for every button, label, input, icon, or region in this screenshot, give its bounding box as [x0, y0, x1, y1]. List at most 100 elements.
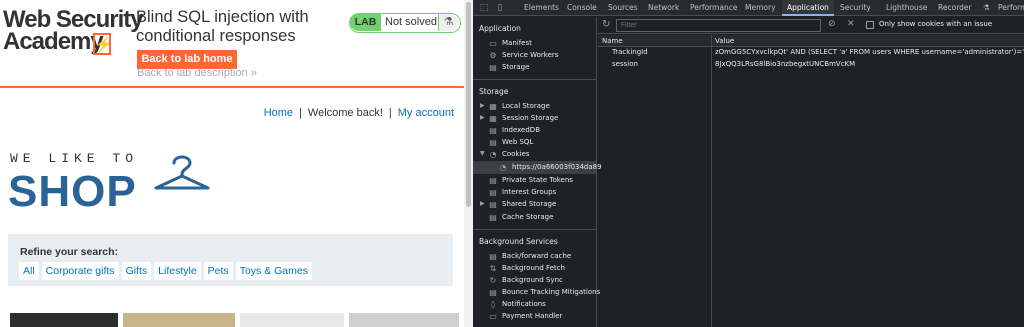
filter-toys-games[interactable]: Toys & Games [235, 262, 312, 280]
sidebar-item-indexeddb[interactable]: ▤ IndexedDB [489, 124, 540, 136]
sidebar-item-cookie-origin[interactable]: ◔ https://0a66003f034da89 [499, 161, 602, 173]
sidebar-item-cache-storage[interactable]: ▤ Cache Storage [489, 211, 553, 223]
sidebar-item-label: Cache Storage [502, 213, 554, 221]
column-header-name[interactable]: Name [602, 37, 623, 45]
hero-title: SHOP [8, 167, 137, 216]
sidebar-item-background-fetch[interactable]: ⇅ Background Fetch [489, 262, 565, 274]
database-icon: ▤ [489, 213, 497, 222]
hero-tagline: WE LIKE TO [10, 151, 139, 166]
product-image[interactable] [349, 313, 459, 327]
sidebar-item-label: Shared Storage [502, 200, 557, 208]
filter-lifestyle[interactable]: Lifestyle [154, 262, 201, 280]
database-icon: ▤ [489, 188, 497, 197]
sidebar-item-notifications[interactable]: ◊ Notifications [489, 298, 546, 310]
product-image[interactable] [240, 313, 344, 327]
filter-pets[interactable]: Pets [203, 262, 233, 280]
sidebar-item-service-workers[interactable]: ⚙ Service Workers [489, 49, 558, 61]
only-issues-checkbox[interactable] [866, 21, 874, 29]
sidebar-item-label: https://0a66003f034da89 [512, 163, 602, 171]
document-icon: ▭ [489, 39, 497, 48]
chevrons-right-icon: » [250, 67, 257, 79]
sidebar-divider [473, 229, 596, 230]
database-icon: ▤ [489, 126, 497, 135]
cookie-name: TrackingId [612, 48, 648, 56]
filter-gifts[interactable]: Gifts [121, 262, 152, 280]
only-issues-label: Only show cookies with an issue [879, 20, 993, 28]
sidebar-item-local-storage[interactable]: ▶ ▦ Local Storage [480, 100, 550, 112]
recorder-flask-icon: ⚗ [983, 3, 990, 12]
tab-lighthouse[interactable]: Lighthouse [886, 0, 927, 16]
table-row[interactable]: session 8JxQQ3LRsG8lBio3nzbegxtUNCBmVcKM [598, 59, 1024, 70]
sidebar-item-interest-groups[interactable]: ▤ Interest Groups [489, 186, 556, 198]
gear-icon: ⚙ [489, 51, 497, 60]
inspect-element-icon[interactable]: ⬚ [479, 3, 489, 13]
cookies-view: ↻ ⊘ ✕ Only show cookies with an issue Na… [598, 17, 1024, 327]
cookie-table-header: Name Value [598, 35, 1024, 47]
lab-title: Blind SQL injection with conditional res… [136, 8, 309, 45]
tab-application[interactable]: Application [782, 0, 834, 16]
table-row[interactable]: TrackingId zOmGG5CYxvclkpQt' AND (SELECT… [598, 47, 1024, 58]
devtools-tab-bar: ⬚ ▯ Elements Console Sources Network Per… [473, 0, 1024, 16]
collapse-triangle-icon[interactable]: ▼ [480, 148, 485, 160]
category-filters: All Corporate gifts Gifts Lifestyle Pets… [19, 262, 312, 280]
lab-status-text: Not solved [385, 16, 437, 28]
tab-network[interactable]: Network [648, 0, 679, 16]
database-icon: ▤ [489, 176, 497, 185]
sidebar-item-label: Payment Handler [502, 312, 563, 320]
sidebar-item-label: Private State Tokens [502, 176, 573, 184]
tab-sources[interactable]: Sources [608, 0, 638, 16]
lab-webpage: Web Security Academy ⚡ Blind SQL injecti… [0, 0, 464, 327]
nav-home-link[interactable]: Home [264, 107, 293, 119]
tab-memory[interactable]: Memory [745, 0, 776, 16]
sidebar-item-label: Local Storage [502, 102, 550, 110]
filter-input[interactable] [616, 19, 821, 32]
database-icon: ▤ [489, 252, 497, 261]
lab-status-widget: LAB Not solved ⚗ [349, 13, 461, 33]
expand-triangle-icon[interactable]: ▶ [480, 198, 485, 210]
header-divider [0, 86, 464, 88]
filter-all[interactable]: All [19, 262, 39, 280]
tab-security[interactable]: Security [840, 0, 871, 16]
sidebar-item-storage[interactable]: ▤ Storage [489, 61, 529, 73]
back-to-lab-description-link[interactable]: Back to lab description » [137, 67, 257, 79]
tab-performance[interactable]: Performance [690, 0, 738, 16]
arrows-icon: ⇅ [489, 264, 497, 273]
sidebar-item-label: IndexedDB [502, 126, 540, 134]
devtools-panel: ⬚ ▯ Elements Console Sources Network Per… [473, 0, 1024, 327]
column-header-value[interactable]: Value [715, 37, 734, 45]
tab-performance-insights[interactable]: Performa [998, 0, 1024, 16]
filter-corporate-gifts[interactable]: Corporate gifts [41, 262, 119, 280]
product-image[interactable] [10, 313, 118, 327]
sidebar-item-web-sql[interactable]: ▤ Web SQL [489, 136, 533, 148]
sidebar-item-session-storage[interactable]: ▶ ▦ Session Storage [480, 112, 558, 124]
delete-selected-icon[interactable]: ✕ [847, 19, 855, 29]
sidebar-item-label: Notifications [502, 300, 546, 308]
column-divider[interactable] [711, 35, 712, 327]
sidebar-item-payment-handler[interactable]: ▭ Payment Handler [489, 310, 562, 322]
page-scrollbar-thumb[interactable] [466, 2, 471, 207]
refresh-icon[interactable]: ↻ [602, 19, 610, 30]
sidebar-item-label: Storage [502, 63, 530, 71]
sidebar-item-bounce-tracking[interactable]: ▤ Bounce Tracking Mitigations [489, 286, 600, 298]
sidebar-item-manifest[interactable]: ▭ Manifest [489, 37, 532, 49]
expand-triangle-icon[interactable]: ▶ [480, 112, 485, 124]
database-icon: ▤ [489, 63, 497, 72]
sidebar-item-cookies[interactable]: ▼ ◔ Cookies [480, 148, 529, 160]
product-image[interactable] [123, 313, 235, 327]
sidebar-item-shared-storage[interactable]: ▶ ▤ Shared Storage [480, 198, 557, 210]
clear-all-icon[interactable]: ⊘ [828, 19, 836, 29]
section-application-header: Application [479, 24, 521, 33]
device-toolbar-icon[interactable]: ▯ [495, 3, 505, 13]
expand-triangle-icon[interactable]: ▶ [480, 100, 485, 112]
tab-elements[interactable]: Elements [524, 0, 559, 16]
sidebar-item-back-forward-cache[interactable]: ▤ Back/forward cache [489, 250, 571, 262]
section-background-services-header: Background Services [479, 237, 558, 246]
nav-my-account-link[interactable]: My account [398, 107, 454, 119]
sidebar-item-background-sync[interactable]: ↻ Background Sync [489, 274, 563, 286]
cookie-toolbar: ↻ ⊘ ✕ Only show cookies with an issue [598, 17, 1024, 34]
tab-recorder[interactable]: Recorder [938, 0, 972, 16]
tab-console[interactable]: Console [567, 0, 597, 16]
product-tiles [8, 313, 462, 327]
cookie-value: zOmGG5CYxvclkpQt' AND (SELECT 'a' FROM u… [715, 48, 1024, 56]
sidebar-item-private-state-tokens[interactable]: ▤ Private State Tokens [489, 174, 573, 186]
